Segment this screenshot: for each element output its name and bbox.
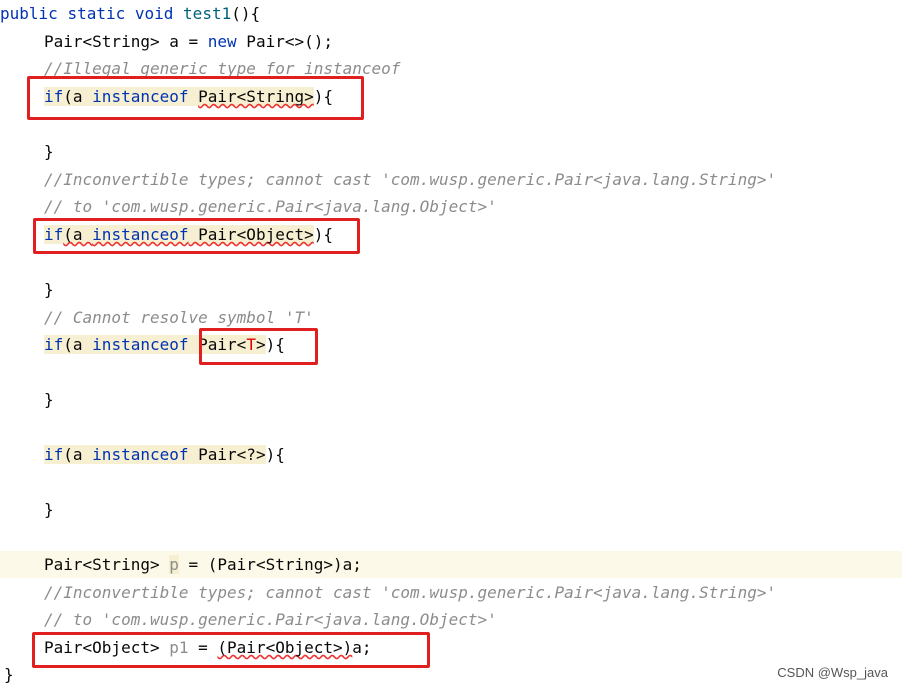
comment: // to 'com.wusp.generic.Pair<java.lang.O… xyxy=(44,610,497,629)
code-line-15: } xyxy=(0,386,902,413)
method-name: test1 xyxy=(183,4,232,23)
keyword-instanceof: instanceof xyxy=(92,445,189,464)
code-text: } xyxy=(44,500,54,519)
code-line-23: // to 'com.wusp.generic.Pair<java.lang.O… xyxy=(0,606,902,633)
code-line-11: } xyxy=(0,276,902,303)
code-text: Pair<>(); xyxy=(236,32,333,51)
code-line-1: public static void test1(){ xyxy=(0,0,902,27)
code-text: } xyxy=(44,280,54,299)
annotation-box-2 xyxy=(33,218,360,254)
code-text: } xyxy=(4,665,14,684)
code-text: Pair<?> xyxy=(198,445,266,464)
comment: // Cannot resolve symbol 'T' xyxy=(44,308,314,327)
annotation-box-3 xyxy=(199,328,318,365)
keyword-if: if xyxy=(44,445,64,464)
code-line-13: if(a instanceof Pair<T>){ xyxy=(0,331,902,358)
code-text: Pair<String> a = xyxy=(44,32,208,51)
annotation-box-4 xyxy=(32,632,430,668)
code-line-7: //Inconvertible types; cannot cast 'com.… xyxy=(0,166,902,193)
code-line-17: if(a instanceof Pair<?>){ xyxy=(0,441,902,468)
code-text: } xyxy=(44,142,54,161)
code-text: = (Pair<String>)a; xyxy=(178,555,362,574)
method-parens: (){ xyxy=(231,4,261,23)
code-line-12: // Cannot resolve symbol 'T' xyxy=(0,304,902,331)
keyword-instanceof: instanceof xyxy=(92,335,189,354)
code-text: ){ xyxy=(265,445,285,464)
code-line-2: Pair<String> a = new Pair<>(); xyxy=(0,28,902,55)
code-text: (a xyxy=(63,335,93,354)
code-line-6: } xyxy=(0,138,902,165)
comment: //Inconvertible types; cannot cast 'com.… xyxy=(44,583,777,602)
keyword-static: static xyxy=(67,4,126,23)
keyword-new: new xyxy=(207,32,237,51)
code-line-8: // to 'com.wusp.generic.Pair<java.lang.O… xyxy=(0,193,902,220)
code-line-22: //Inconvertible types; cannot cast 'com.… xyxy=(0,579,902,606)
comment: //Inconvertible types; cannot cast 'com.… xyxy=(44,170,777,189)
code-text: (a xyxy=(63,445,93,464)
code-text xyxy=(188,335,199,354)
code-text: Pair<String> xyxy=(44,555,170,574)
comment: // to 'com.wusp.generic.Pair<java.lang.O… xyxy=(44,197,497,216)
code-text xyxy=(188,445,199,464)
code-line-21: Pair<String> p = (Pair<String>)a; xyxy=(0,551,902,578)
keyword-void: void xyxy=(134,4,174,23)
annotation-box-1 xyxy=(27,76,364,120)
code-line-19: } xyxy=(0,496,902,523)
keyword-public: public xyxy=(0,4,58,23)
watermark: CSDN @Wsp_java xyxy=(777,665,888,680)
unused-variable: p xyxy=(169,555,179,574)
code-text: } xyxy=(44,390,54,409)
keyword-if: if xyxy=(44,335,64,354)
